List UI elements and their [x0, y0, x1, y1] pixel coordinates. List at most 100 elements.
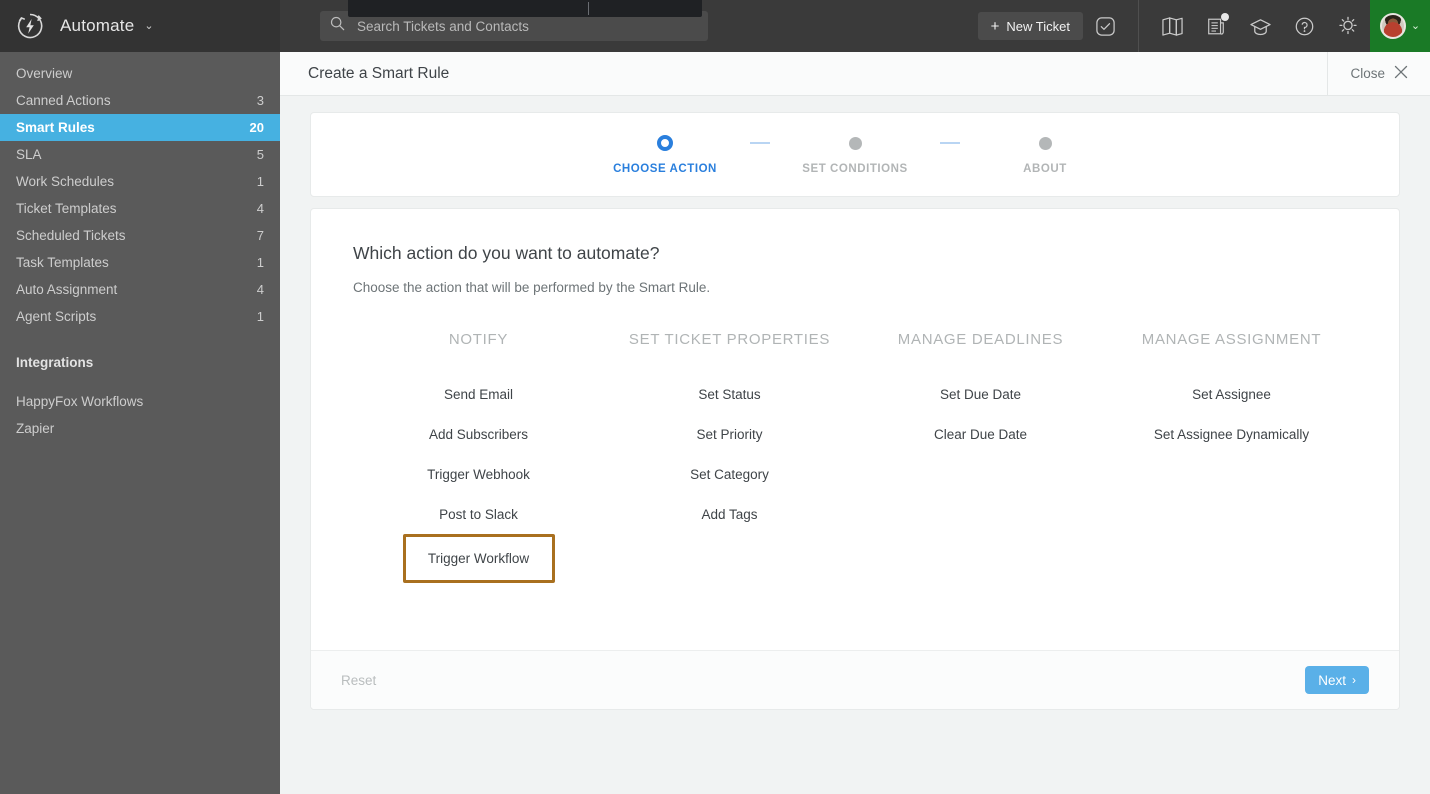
stepper-connector-bar	[750, 142, 770, 144]
user-avatar	[1379, 13, 1406, 39]
action-option-label: Set Assignee	[1192, 386, 1271, 402]
book-open-icon[interactable]	[1155, 0, 1189, 52]
user-menu[interactable]: ⌄	[1370, 0, 1430, 52]
choose-action-body: Which action do you want to automate? Ch…	[311, 209, 1399, 650]
sidebar-item-overview[interactable]: Overview	[0, 60, 280, 87]
sidebar-item-label: SLA	[16, 147, 42, 162]
sidebar-integration-happyfox-workflows[interactable]: HappyFox Workflows	[0, 388, 280, 415]
action-column-heading: MANAGE DEADLINES	[897, 331, 1064, 348]
sidebar-gap-2	[0, 376, 280, 388]
sidebar-item-auto-assignment[interactable]: Auto Assignment 4	[0, 276, 280, 303]
browser-chrome-overlay	[348, 0, 702, 17]
sidebar-item-label: Work Schedules	[16, 174, 115, 189]
sidebar-integration-zapier[interactable]: Zapier	[0, 415, 280, 442]
lightbulb-icon[interactable]	[1331, 0, 1365, 52]
question-subtitle: Choose the action that will be performed…	[353, 280, 711, 295]
news-feed-icon[interactable]	[1199, 0, 1233, 52]
action-option-label: Set Assignee Dynamically	[1153, 426, 1310, 442]
action-option-label: Set Priority	[696, 426, 763, 442]
sidebar-item-scheduled-tickets[interactable]: Scheduled Tickets 7	[0, 222, 280, 249]
action-option-set-assignee-dynamically[interactable]: Set Assignee Dynamically	[1132, 414, 1331, 454]
sidebar-item-count: 20	[249, 120, 264, 135]
action-option-add-subscribers[interactable]: Add Subscribers	[407, 414, 550, 454]
content-area: CHOOSE ACTION SET CONDITIONS ABOUT Which a…	[280, 96, 1430, 710]
step-label: SET CONDITIONS	[802, 163, 908, 175]
action-option-label: Set Due Date	[939, 386, 1022, 402]
help-circle-icon[interactable]	[1287, 0, 1321, 52]
action-column-manage-assignment: MANAGE ASSIGNMENT Set Assignee Set Assigne…	[1106, 331, 1357, 583]
search-icon	[330, 16, 345, 36]
page-title: Create a Smart Rule	[308, 64, 450, 82]
action-option-set-due-date[interactable]: Set Due Date	[918, 374, 1043, 414]
sidebar-item-count: 7	[256, 228, 264, 243]
sidebar-item-count: 1	[256, 309, 264, 324]
sidebar-item-label: Ticket Templates	[16, 201, 117, 216]
action-column-notify: NOTIFY Send Email Add Subscribers Trigger W…	[353, 331, 604, 583]
choose-action-card: Which action do you want to automate? Ch…	[310, 208, 1400, 710]
step-label: ABOUT	[1023, 163, 1067, 175]
action-option-set-assignee[interactable]: Set Assignee	[1170, 374, 1293, 414]
search-input[interactable]	[357, 18, 698, 34]
sidebar-item-canned-actions[interactable]: Canned Actions 3	[0, 87, 280, 114]
action-option-trigger-workflow[interactable]: Trigger Workflow	[402, 534, 555, 583]
chevron-right-icon: ›	[1352, 673, 1356, 687]
sidebar-item-ticket-templates[interactable]: Ticket Templates 4	[0, 195, 280, 222]
action-option-trigger-webhook[interactable]: Trigger Webhook	[405, 454, 552, 494]
toolbar-divider	[1138, 0, 1139, 52]
question-title: Which action do you want to automate?	[353, 243, 660, 263]
reset-button[interactable]: Reset	[341, 673, 376, 688]
checkbox-square-icon[interactable]	[1088, 0, 1122, 52]
action-option-clear-due-date[interactable]: Clear Due Date	[912, 414, 1049, 454]
action-option-add-tags[interactable]: Add Tags	[679, 494, 779, 534]
action-option-send-email[interactable]: Send Email	[422, 374, 535, 414]
action-option-set-category[interactable]: Set Category	[668, 454, 791, 494]
new-ticket-button[interactable]: + New Ticket	[977, 12, 1083, 40]
brand-zone[interactable]: Automate ⌄	[0, 0, 280, 52]
sidebar-integration-list: HappyFox Workflows Zapier	[0, 388, 280, 442]
step-dot-row	[657, 134, 673, 152]
step-dot-row	[1038, 134, 1052, 152]
action-column-manage-deadlines: MANAGE DEADLINES Set Due Date Clear Due Da…	[855, 331, 1106, 583]
plus-icon: +	[990, 17, 1000, 35]
sidebar-item-work-schedules[interactable]: Work Schedules 1	[0, 168, 280, 195]
new-ticket-label: New Ticket	[1006, 18, 1070, 34]
page-header: Create a Smart Rule Close	[280, 52, 1430, 96]
sidebar-item-count: 3	[256, 93, 264, 108]
sidebar-item-task-templates[interactable]: Task Templates 1	[0, 249, 280, 276]
action-option-label: Add Subscribers	[428, 426, 529, 442]
sidebar-item-label: Canned Actions	[16, 93, 111, 108]
step-dot-row	[848, 134, 862, 152]
wizard-step-choose-action[interactable]: CHOOSE ACTION	[580, 134, 750, 175]
next-button[interactable]: Next ›	[1305, 666, 1369, 694]
close-button[interactable]: Close	[1327, 52, 1430, 95]
chrome-seam	[588, 2, 589, 15]
action-option-label: Trigger Workflow	[427, 551, 530, 566]
wizard-stepper: CHOOSE ACTION SET CONDITIONS ABOUT	[580, 134, 1130, 175]
chevron-down-icon[interactable]: ⌄	[144, 20, 153, 32]
sidebar-item-agent-scripts[interactable]: Agent Scripts 1	[0, 303, 280, 330]
action-column-set-ticket-properties: SET TICKET PROPERTIES Set Status Set Prior…	[604, 331, 855, 583]
wizard-step-set-conditions[interactable]: SET CONDITIONS	[770, 134, 940, 175]
sidebar-integration-label: Zapier	[16, 421, 55, 436]
wizard-stepper-card: CHOOSE ACTION SET CONDITIONS ABOUT	[310, 112, 1400, 197]
sidebar-item-count: 4	[256, 282, 264, 297]
wizard-step-about[interactable]: ABOUT	[960, 134, 1130, 175]
graduation-cap-icon[interactable]	[1243, 0, 1277, 52]
action-columns: NOTIFY Send Email Add Subscribers Trigger W…	[353, 331, 1357, 583]
sidebar: Overview Canned Actions 3 Smart Rules 20 SLA 5…	[0, 52, 280, 794]
sidebar-item-sla[interactable]: SLA 5	[0, 141, 280, 168]
sidebar-item-count: 1	[256, 255, 264, 270]
stepper-connector	[750, 134, 770, 152]
action-option-label: Set Status	[698, 386, 761, 402]
action-option-label: Send Email	[443, 386, 514, 402]
action-column-heading: SET TICKET PROPERTIES	[628, 331, 831, 348]
step-dot-icon	[1038, 136, 1052, 150]
step-label: CHOOSE ACTION	[613, 163, 717, 175]
stepper-connector-bar	[940, 142, 960, 144]
action-option-set-priority[interactable]: Set Priority	[674, 414, 784, 454]
action-option-post-to-slack[interactable]: Post to Slack	[417, 494, 540, 534]
action-option-set-status[interactable]: Set Status	[676, 374, 782, 414]
sidebar-item-label: Task Templates	[16, 255, 109, 270]
sidebar-item-smart-rules[interactable]: Smart Rules 20	[0, 114, 280, 141]
